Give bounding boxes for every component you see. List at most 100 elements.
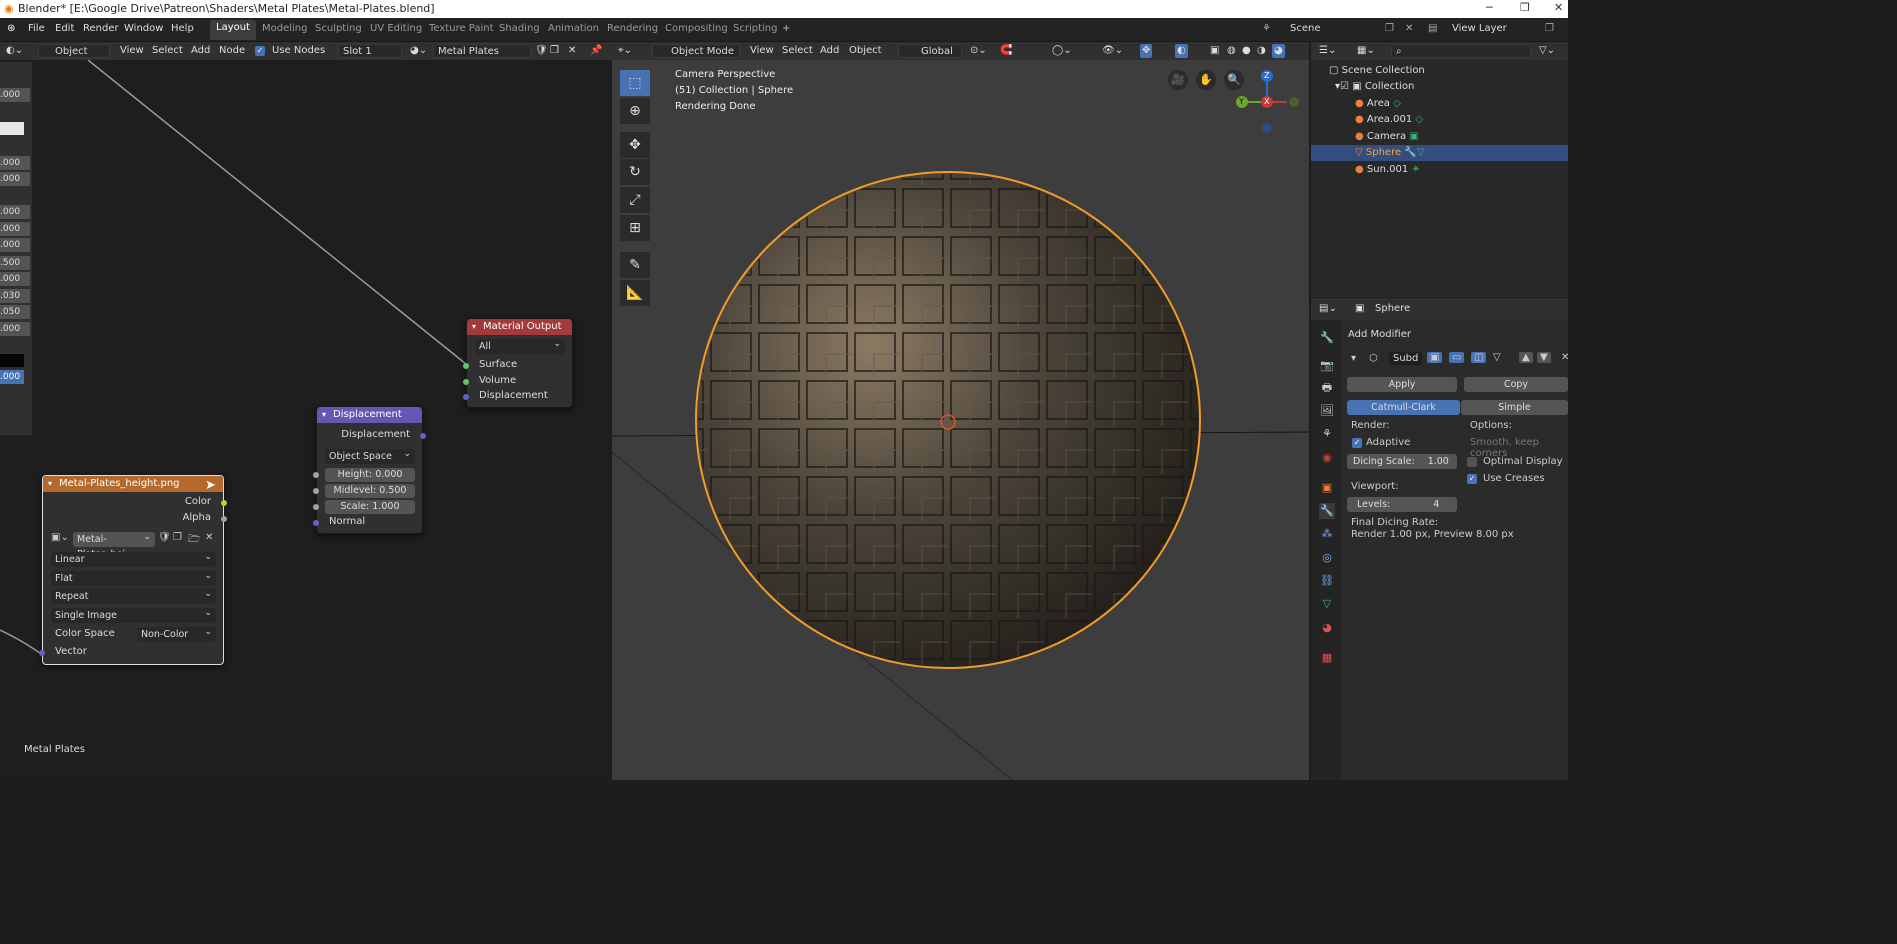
data-tab-icon[interactable]: ▽ [1319,596,1335,612]
modifier-tab-icon[interactable]: 🔧 [1319,503,1335,519]
measure-tool-icon[interactable]: 📐 [620,280,650,306]
tab-animation[interactable]: Animation [548,23,599,34]
surface-socket[interactable] [463,363,469,369]
add-modifier-button[interactable]: Add Modifier [1348,329,1411,340]
world-tab-icon[interactable]: ◉ [1319,450,1335,466]
material-output-header[interactable]: Material Output [467,319,572,335]
image-duplicate-icon[interactable]: ❐ [173,532,182,543]
rendered-shading-icon[interactable]: ◕ [1272,44,1285,58]
snap-icon[interactable]: 🧲 [1000,44,1012,58]
space-dropdown[interactable]: Object Space [325,447,415,464]
catmull-clark-button[interactable]: Catmull-Clark [1347,400,1460,415]
midlevel-field[interactable]: Midlevel: 0.500 [325,484,415,498]
color-output-socket[interactable] [221,500,227,506]
image-texture-node[interactable]: Metal-Plates_height.png Color Alpha ▣⌄ M… [39,475,227,665]
tool-tab-icon[interactable]: 🔧 [1319,330,1335,346]
scene-icon[interactable]: ⚘ [1262,23,1271,34]
image-open-icon[interactable]: 🗁 [188,532,200,549]
constraints-tab-icon[interactable]: ⛓ [1319,573,1335,589]
move-up-icon[interactable]: ▲ [1519,352,1533,363]
display-mode-icon[interactable]: ▦⌄ [1357,44,1375,58]
render-tab-icon[interactable]: 📷 [1319,358,1335,374]
tab-compositing[interactable]: Compositing [665,23,728,34]
adaptive-checkbox[interactable]: ✓ [1352,438,1362,448]
viewport-toggle-icon[interactable]: ▭ [1449,352,1465,363]
material-output-node[interactable]: Material Output All Surface Volume Displ… [463,318,573,408]
3d-viewport[interactable]: ⌖⌄ Object Mode View Select Add Object Gl… [612,42,1309,780]
modifier-name-field[interactable]: Subd [1389,352,1423,365]
overlay-toggle-icon[interactable]: ◐ [1175,44,1188,58]
outliner-row-sun-001[interactable]: ● Sun.001 ☀ [1311,162,1568,178]
wireframe-shading-icon[interactable]: ◍ [1227,44,1236,58]
height-field[interactable]: Height: 0.000 [325,468,415,482]
image-browse-icon[interactable]: ▣⌄ [51,532,69,543]
image-texture-header[interactable]: Metal-Plates_height.png [43,476,223,492]
image-name-field[interactable]: Metal-Plates_hei... [73,530,155,560]
physics-tab-icon[interactable]: ◎ [1319,550,1335,566]
levels-field[interactable]: Levels: 4 [1347,497,1457,512]
displacement-socket[interactable] [463,394,469,400]
scene-tab-icon[interactable]: ⚘ [1319,426,1335,442]
color-space-dropdown[interactable]: Non-Color [137,625,216,642]
cage-toggle-icon[interactable]: ▽ [1493,352,1501,363]
outliner-row-sphere[interactable]: ▽ Sphere 🔧▽ [1311,145,1568,161]
move-tool-icon[interactable]: ✥ [620,132,650,158]
particles-tab-icon[interactable]: ⁂ [1319,526,1335,542]
tab-rendering[interactable]: Rendering [607,23,658,34]
pan-view-icon[interactable]: ✋ [1196,70,1216,90]
camera-view-icon[interactable]: 🎥 [1168,70,1188,90]
transform-tool-icon[interactable]: ⊞ [620,215,650,241]
outliner[interactable]: ☰⌄ ▦⌄ ⌕ ▽⌄ ▢ Scene Collection ▾☑ ▣ Colle… [1311,42,1568,297]
annotate-tool-icon[interactable]: ✎ [620,252,650,278]
menu-render[interactable]: Render [83,23,119,34]
displacement-node-header[interactable]: Displacement [317,407,422,423]
volume-socket[interactable] [463,379,469,385]
texture-tab-icon[interactable]: ▦ [1319,650,1335,666]
vector-socket[interactable] [39,650,45,656]
extension-dropdown[interactable]: Repeat [51,587,216,604]
image-unlink-icon[interactable]: ✕ [205,532,213,543]
output-target-dropdown[interactable]: All [475,337,565,354]
menu-file[interactable]: File [28,23,45,34]
edit-mode-toggle-icon[interactable]: ▣ [1427,352,1443,363]
material-shading-icon[interactable]: ◑ [1257,44,1266,58]
outliner-editor-type-icon[interactable]: ☰⌄ [1319,44,1336,58]
gizmo-toggle-icon[interactable]: ✥ [1140,44,1153,58]
xray-icon[interactable]: ▣ [1210,44,1219,58]
menu-help[interactable]: Help [171,23,194,34]
source-dropdown[interactable]: Single Image [51,606,216,623]
select-box-tool-icon[interactable]: ⬚ [620,70,650,96]
midlevel-socket[interactable] [313,488,319,494]
object-tab-icon[interactable]: ▣ [1319,480,1335,496]
scale-socket[interactable] [313,504,319,510]
tab-scripting[interactable]: Scripting [733,23,777,34]
solid-shading-icon[interactable]: ● [1242,44,1251,58]
use-creases-checkbox[interactable]: ✓ [1467,474,1477,484]
vp-menu-object[interactable]: Object [849,44,882,58]
vp-menu-view[interactable]: View [750,44,774,58]
outliner-row-scene-collection[interactable]: ▢ Scene Collection [1311,63,1568,79]
output-tab-icon[interactable]: 🖶 [1319,380,1335,396]
shader-node-editor[interactable]: ◐⌄ Object View Select Add Node ✓ Use Nod… [0,42,612,780]
proportional-icon[interactable]: ◯⌄ [1052,44,1072,58]
tab-sculpting[interactable]: Sculpting [315,23,362,34]
menu-window[interactable]: Window [124,23,163,34]
blender-menu-icon[interactable]: ⊛ [7,23,15,34]
apply-button[interactable]: Apply [1347,377,1457,392]
cursor-tool-icon[interactable]: ⊕ [620,98,650,124]
move-down-icon[interactable]: ▼ [1537,352,1551,363]
outliner-row-area-001[interactable]: ● Area.001 ◇ [1311,112,1568,128]
simple-button[interactable]: Simple [1461,400,1568,415]
orientation-dropdown[interactable]: Global [898,44,962,58]
tab-texture-paint[interactable]: Texture Paint [429,23,494,34]
outliner-row-area[interactable]: ● Area ◇ [1311,96,1568,112]
dicing-scale-field[interactable]: Dicing Scale: 1.00 [1347,454,1457,469]
modifier-expand-icon[interactable]: ▾ [1351,353,1356,364]
tab-modeling[interactable]: Modeling [262,23,308,34]
render-toggle-icon[interactable]: ◫ [1471,352,1487,363]
filter-icon[interactable]: ▽⌄ [1539,44,1555,58]
scene-delete-icon[interactable]: ✕ [1405,23,1413,34]
tab-layout[interactable]: Layout [210,20,256,40]
remove-modifier-icon[interactable]: ✕ [1561,352,1569,363]
alpha-output-socket[interactable] [221,516,227,522]
